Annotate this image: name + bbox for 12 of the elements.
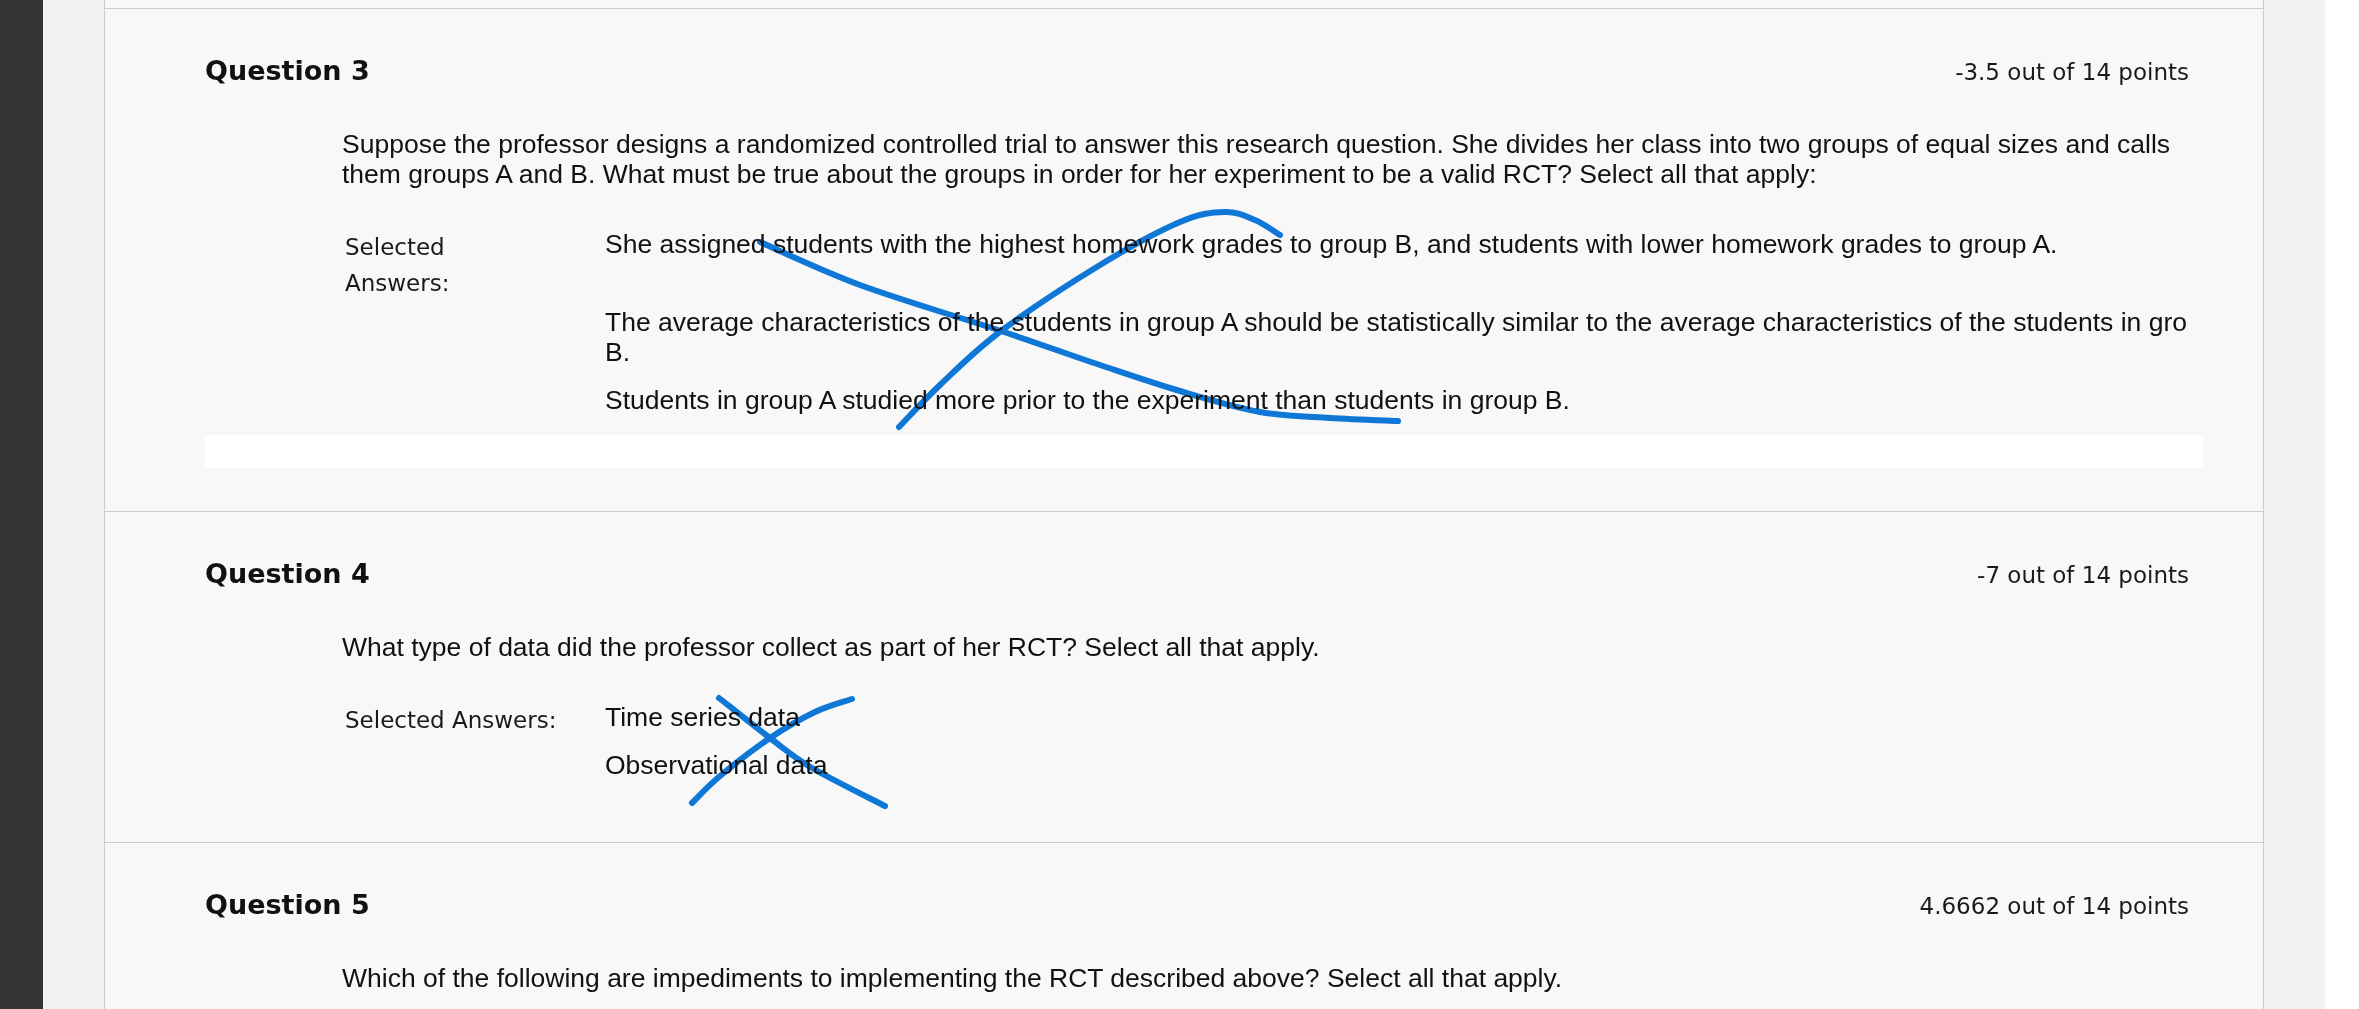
question-title: Question 4 xyxy=(205,557,370,591)
points-score: -3.5 out of 14 points xyxy=(1955,58,2189,87)
question-title: Question 3 xyxy=(205,54,370,88)
points-score: -7 out of 14 points xyxy=(1977,561,2189,590)
question-text: What type of data did the professor collect as part of her RCT? Select all that apply. xyxy=(341,632,1321,662)
question-title: Question 5 xyxy=(205,888,370,922)
answer-text: Time series data xyxy=(605,702,801,732)
points-score: 4.6662 out of 14 points xyxy=(1919,892,2189,921)
question-text: Suppose the professor designs a randomized controlled trial to answer this research question. She divides her class into two groups of equal sizes and calls them groups A and B. What must be true about the groups in order for her experiment to be a valid RCT? Select all that apply: xyxy=(341,129,2172,189)
answers-label: Selected Answers: xyxy=(345,706,558,735)
question-text: Which of the following are impediments to implementing the RCT described above? Select all that apply. xyxy=(341,963,1564,993)
answers-label: Selected Answers: xyxy=(345,233,451,298)
